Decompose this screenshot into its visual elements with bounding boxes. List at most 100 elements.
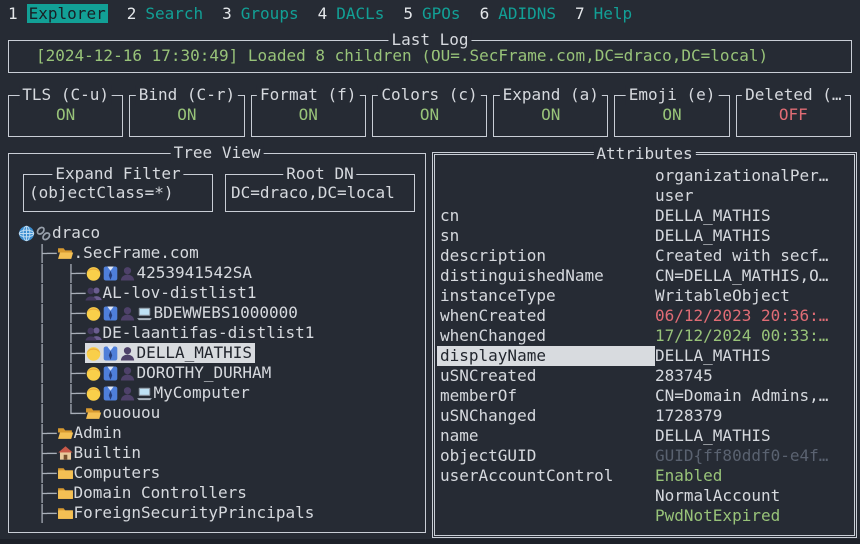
tree-row[interactable]: ├─ForeignSecurityPrincipals [18, 503, 423, 523]
attribute-name: uSNCreated [437, 366, 655, 386]
last-log-panel: Last Log [2024-12-16 17:30:49] Loaded 8 … [8, 40, 852, 73]
toggle-deleted[interactable]: Deleted (…OFF [736, 95, 851, 137]
tree-row[interactable]: ├─Computers [18, 463, 423, 483]
tree-item-label: DELLA_MATHIS [136, 343, 252, 363]
tree-row[interactable]: │ ├─AL-lov-distlist1 [18, 283, 423, 303]
attribute-row[interactable]: user [437, 186, 851, 206]
toggle-tls[interactable]: TLS (C-u)ON [8, 95, 123, 137]
bottom-strip [0, 539, 860, 544]
toggle-value: ON [130, 105, 243, 125]
menu-item-label: Help [594, 4, 633, 23]
toggle-format[interactable]: Format (f)ON [251, 95, 366, 137]
necktie-icon [102, 265, 119, 282]
laptop-icon [136, 385, 153, 402]
tree-item-label: DE-laantifas-distlist1 [102, 323, 314, 343]
menu-item-label: Groups [241, 4, 299, 23]
toggle-emoji[interactable]: Emoji (e)ON [614, 95, 729, 137]
menu-item-dacls[interactable]: 4DACLs [318, 3, 385, 25]
menu-item-adidns[interactable]: 6 ADIDNS [480, 3, 556, 25]
tree-item-label: MyComputer [153, 383, 249, 403]
tree-connector: ├─ [18, 424, 57, 443]
attribute-row[interactable]: whenCreated06/12/2023 20:36:… [437, 306, 851, 326]
person-icon [85, 365, 102, 382]
menu-item-search[interactable]: 2Search [127, 3, 203, 25]
menu-item-key: 6 [480, 4, 490, 23]
attribute-value: 17/12/2024 00:33:… [655, 326, 851, 346]
attribute-row[interactable]: memberOfCN=Domain Admins,… [437, 386, 851, 406]
tree-row[interactable]: │ ├─4253941542SA [18, 263, 423, 283]
menu-item-key: 5 [403, 4, 413, 23]
attribute-value: Enabled [655, 466, 851, 486]
attribute-row[interactable]: NormalAccount [437, 486, 851, 506]
tree-row[interactable]: ├─Builtin [18, 443, 423, 463]
menu-item-gpos[interactable]: 5GPOs [403, 3, 460, 25]
attribute-row[interactable]: whenChanged17/12/2024 00:33:… [437, 326, 851, 346]
root-dn-title: Root DN [283, 164, 356, 184]
folder-icon [57, 465, 74, 482]
toggle-bind[interactable]: Bind (C-r)ON [129, 95, 244, 137]
attribute-value: 283745 [655, 366, 851, 386]
tree-row[interactable]: │ ├─DE-laantifas-distlist1 [18, 323, 423, 343]
tree-row[interactable]: │ ├─ MyComputer [18, 383, 423, 403]
attribute-row[interactable]: distinguishedNameCN=DELLA_MATHIS,O… [437, 266, 851, 286]
attribute-name: objectGUID [437, 446, 655, 466]
root-dn-input[interactable]: Root DN DC=draco,DC=local [225, 174, 415, 212]
tree-row[interactable]: ├─Admin [18, 423, 423, 443]
tree-item: ououou [85, 403, 163, 423]
attribute-row[interactable]: descriptionCreated with secf… [437, 246, 851, 266]
attribute-row[interactable]: userAccountControlEnabled [437, 466, 851, 486]
tree-connector: │ ├─ [18, 384, 85, 403]
tree-item-label: 4253941542SA [136, 263, 252, 283]
attribute-name: description [437, 246, 655, 266]
attribute-row[interactable]: organizationalPer… [437, 166, 851, 186]
tree-row[interactable]: ├─.SecFrame.com [18, 243, 423, 263]
toggle-expand[interactable]: Expand (a)ON [493, 95, 608, 137]
menu-item-label: ADIDNS [498, 4, 556, 23]
attribute-row[interactable]: displayNameDELLA_MATHIS [437, 346, 851, 366]
attribute-row[interactable]: snDELLA_MATHIS [437, 226, 851, 246]
tree-row[interactable]: ├─Domain Controllers [18, 483, 423, 503]
attributes-title: Attributes [593, 144, 695, 164]
tree-view-title: Tree View [171, 143, 264, 163]
group-icon [85, 285, 102, 302]
toggle-value: ON [252, 105, 365, 125]
menu-item-help[interactable]: 7Help [575, 3, 632, 25]
menu-item-groups[interactable]: 3Groups [222, 3, 298, 25]
toggle-title: Emoji (e) [626, 85, 719, 105]
toggle-title: TLS (C-u) [19, 85, 112, 105]
menu-item-explorer[interactable]: 1Explorer [8, 3, 108, 25]
tree-item: 4253941542SA [85, 263, 255, 283]
attribute-row[interactable]: cnDELLA_MATHIS [437, 206, 851, 226]
folder-open-icon [85, 405, 102, 422]
tree-item-label: draco [52, 223, 100, 243]
tree-row[interactable]: │ ├─BDEWWEBS1000000 [18, 303, 423, 323]
attribute-row[interactable]: PwdNotExpired [437, 506, 851, 526]
tree-item: DOROTHY_DURHAM [85, 363, 274, 383]
attribute-value: CN=Domain Admins,… [655, 386, 851, 406]
tree-row[interactable]: │ ├─DOROTHY_DURHAM [18, 363, 423, 383]
attribute-name: cn [437, 206, 655, 226]
expand-filter-input[interactable]: Expand Filter (objectClass=*) [23, 174, 213, 212]
attribute-row[interactable]: nameDELLA_MATHIS [437, 426, 851, 446]
toggle-colors[interactable]: Colors (c)ON [372, 95, 487, 137]
menu-item-key: 2 [127, 4, 137, 23]
folder-icon [57, 485, 74, 502]
tree-item: Admin [57, 423, 125, 443]
attribute-value: DELLA_MATHIS [655, 226, 851, 246]
tree-row[interactable]: │ └─ououou [18, 403, 423, 423]
person-icon [85, 305, 102, 322]
tree-connector: │ ├─ [18, 364, 85, 383]
link-icon [35, 225, 52, 242]
tree-item: ForeignSecurityPrincipals [57, 503, 318, 523]
necktie-icon [102, 385, 119, 402]
tree-item: .SecFrame.com [57, 243, 202, 263]
expand-filter-title: Expand Filter [52, 164, 183, 184]
tree-item: MyComputer [85, 383, 252, 403]
tree-item-label: .SecFrame.com [74, 243, 199, 263]
attribute-row[interactable]: objectGUIDGUID{ff80ddf0-e4f… [437, 446, 851, 466]
tree-row[interactable]: draco [18, 223, 423, 243]
attribute-row[interactable]: uSNChanged1728379 [437, 406, 851, 426]
attribute-row[interactable]: instanceTypeWritableObject [437, 286, 851, 306]
tree-row[interactable]: │ ├─DELLA_MATHIS [18, 343, 423, 363]
attribute-row[interactable]: uSNCreated283745 [437, 366, 851, 386]
